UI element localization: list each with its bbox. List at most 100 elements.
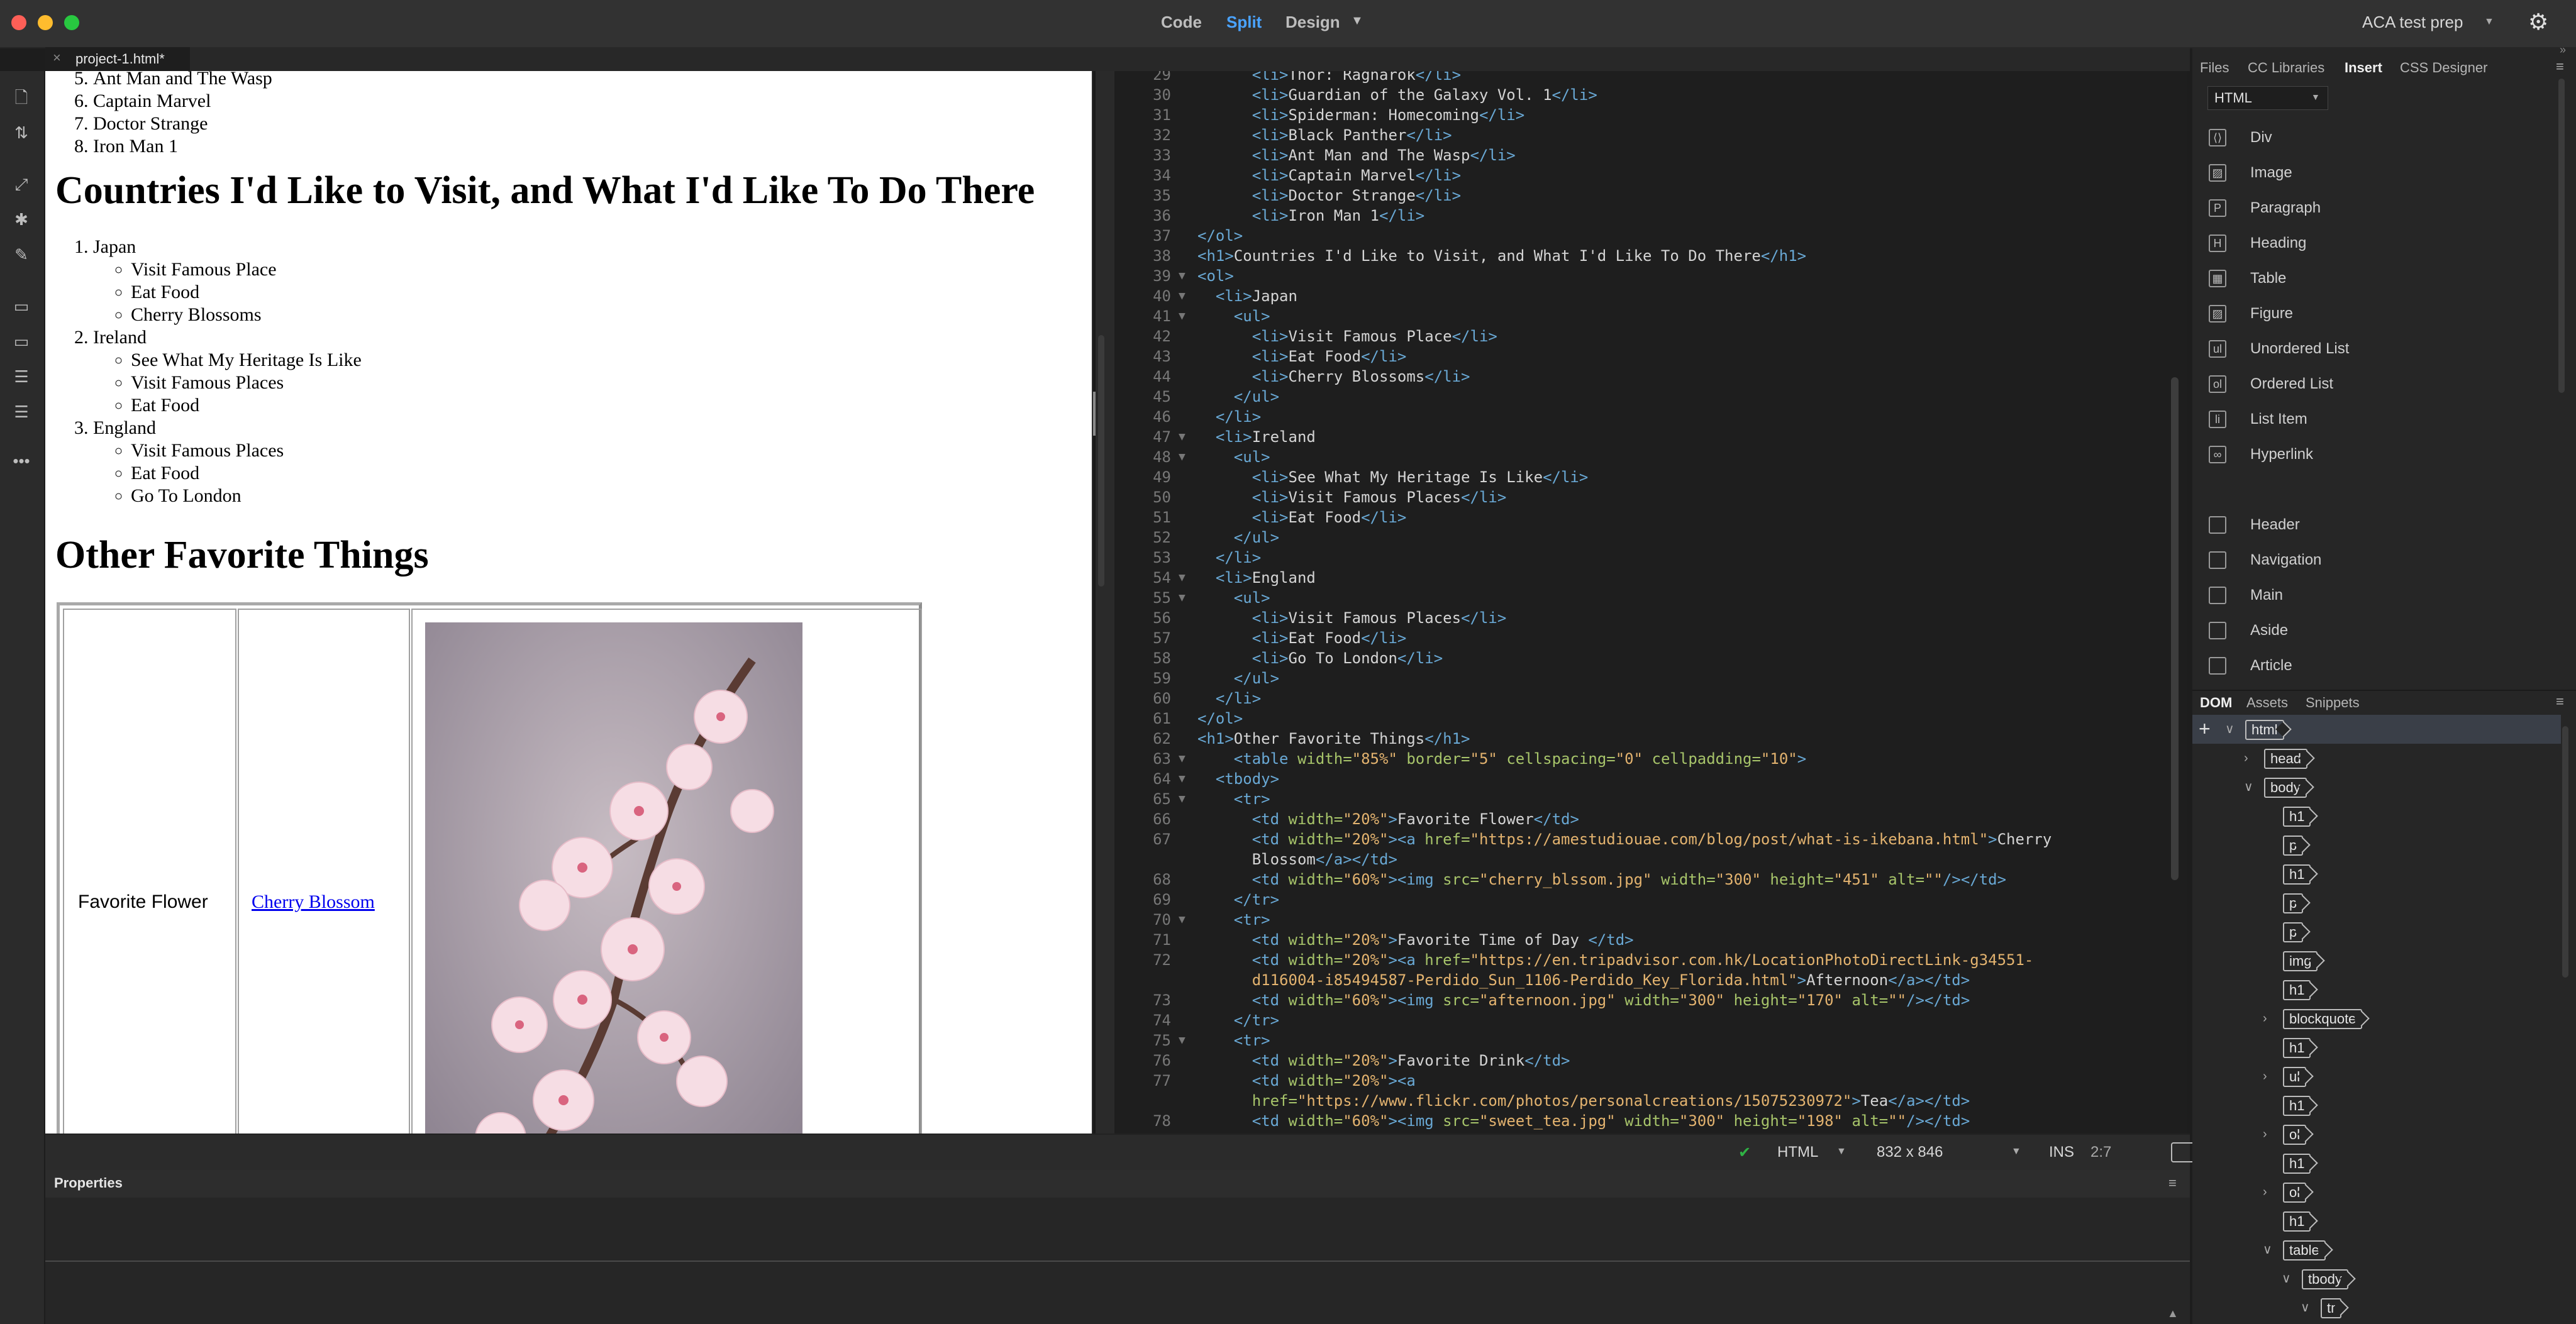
code-line[interactable]: d116004-i85494587-Perdido_Sun_1106-Perdi…: [1114, 970, 2184, 990]
code-text[interactable]: <li>Doctor Strange</li>: [1197, 185, 1461, 206]
split-view-button[interactable]: Split: [1226, 13, 1262, 32]
code-text[interactable]: <td width="60%"><img src="cherry_blssom.…: [1197, 869, 2006, 890]
insert-item-article[interactable]: Article: [2209, 648, 2561, 683]
expand-chevron-icon[interactable]: ›: [2263, 1178, 2267, 1206]
indent-code-icon[interactable]: ☰: [9, 364, 34, 389]
code-line[interactable]: 56 <li>Visit Famous Places</li>: [1114, 608, 2184, 628]
tab-assets[interactable]: Assets: [2246, 695, 2288, 711]
fold-toggle-icon[interactable]: ▼: [1179, 769, 1185, 789]
code-line[interactable]: 36 <li>Iron Man 1</li>: [1114, 206, 2184, 226]
dom-tag-label[interactable]: tbody: [2302, 1269, 2348, 1289]
code-text[interactable]: <li>Thor: Ragnarok</li>: [1197, 71, 1461, 85]
insert-item-image[interactable]: ▨ Image: [2209, 155, 2561, 190]
insert-mode-indicator[interactable]: INS: [2049, 1144, 2074, 1161]
code-text[interactable]: <li>Visit Famous Places</li>: [1197, 487, 1507, 507]
collapse-panels-icon[interactable]: »: [2560, 43, 2566, 57]
dom-tag-label[interactable]: img: [2283, 951, 2318, 971]
dom-tag-label[interactable]: body: [2264, 778, 2307, 798]
fold-toggle-icon[interactable]: ▼: [1179, 568, 1185, 588]
dom-tag-label[interactable]: h1: [2283, 980, 2311, 1000]
tab-files[interactable]: Files: [2200, 60, 2229, 76]
dom-tag-label[interactable]: p: [2283, 922, 2304, 942]
insert-item-list-item[interactable]: li List Item: [2209, 402, 2561, 437]
code-line[interactable]: 42 <li>Visit Famous Place</li>: [1114, 326, 2184, 346]
insert-item-header[interactable]: Header: [2209, 507, 2561, 543]
dom-node[interactable]: › ul: [2192, 1062, 2561, 1091]
dom-node[interactable]: ∨ tr: [2192, 1293, 2561, 1322]
code-text[interactable]: <tbody>: [1197, 769, 1279, 789]
dom-node[interactable]: p: [2192, 830, 2561, 859]
code-line[interactable]: 68 <td width="60%"><img src="cherry_blss…: [1114, 869, 2184, 890]
code-text[interactable]: <li>Cherry Blossoms</li>: [1197, 367, 1470, 387]
code-line[interactable]: 44 <li>Cherry Blossoms</li>: [1114, 367, 2184, 387]
expand-chevron-icon[interactable]: ›: [2263, 1004, 2267, 1033]
apply-comment-icon[interactable]: ▭: [9, 294, 34, 319]
expand-chevron-icon[interactable]: ∨: [2263, 1235, 2272, 1264]
dom-node[interactable]: h1: [2192, 1149, 2561, 1178]
code-line[interactable]: 47 ▼ <li>Ireland: [1114, 427, 2184, 447]
fold-toggle-icon[interactable]: ▼: [1179, 910, 1185, 930]
dom-tag-label[interactable]: h1: [2283, 807, 2311, 827]
code-line[interactable]: 58 <li>Go To London</li>: [1114, 648, 2184, 668]
dom-scrollbar[interactable]: [2562, 726, 2568, 978]
dom-node[interactable]: ∨ body: [2192, 773, 2561, 802]
code-text[interactable]: <table width="85%" border="5" cellspacin…: [1197, 749, 1806, 769]
code-line[interactable]: 51 <li>Eat Food</li>: [1114, 507, 2184, 527]
dom-tag-label[interactable]: p: [2283, 893, 2304, 913]
code-line[interactable]: 48 ▼ <ul>: [1114, 447, 2184, 467]
code-text[interactable]: <tr>: [1197, 1030, 1270, 1051]
table-cell[interactable]: [411, 609, 922, 1134]
workspace-switcher[interactable]: ACA test prep: [2362, 13, 2463, 32]
code-line[interactable]: 34 <li>Captain Marvel</li>: [1114, 165, 2184, 185]
chevron-down-icon[interactable]: ▼: [1836, 1146, 1846, 1157]
code-line[interactable]: href="https://www.flickr.com/photos/pers…: [1114, 1091, 2184, 1111]
code-line[interactable]: 72 <td width="20%"><a href="https://en.t…: [1114, 950, 2184, 970]
code-text[interactable]: </tr>: [1197, 1010, 1279, 1030]
more-tools-icon[interactable]: •••: [9, 448, 34, 473]
code-text[interactable]: Blossom</a></td>: [1197, 849, 1397, 869]
code-line[interactable]: 45 </ul>: [1114, 387, 2184, 407]
table-cell[interactable]: Favorite Flower: [63, 609, 236, 1134]
code-text[interactable]: <li>Visit Famous Place</li>: [1197, 326, 1497, 346]
code-line[interactable]: 77 <td width="20%"><a: [1114, 1071, 2184, 1091]
code-text[interactable]: <li>Ant Man and The Wasp</li>: [1197, 145, 1516, 165]
tab-dom[interactable]: DOM: [2200, 695, 2232, 711]
dom-node[interactable]: ∨ tbody: [2192, 1264, 2561, 1293]
fold-toggle-icon[interactable]: ▼: [1179, 588, 1185, 608]
code-line[interactable]: 78 <td width="60%"><img src="sweet_tea.j…: [1114, 1111, 2184, 1131]
code-text[interactable]: <td width="20%"><a href="https://en.trip…: [1197, 950, 2034, 970]
code-navigator-thumb[interactable]: [1093, 392, 1096, 436]
dom-node[interactable]: img: [2192, 946, 2561, 975]
fold-toggle-icon[interactable]: ▼: [1179, 266, 1185, 286]
dom-tag-label[interactable]: blockquote: [2283, 1009, 2363, 1029]
code-line[interactable]: 71 <td width="20%">Favorite Time of Day …: [1114, 930, 2184, 950]
code-line[interactable]: 30 <li>Guardian of the Galaxy Vol. 1</li…: [1114, 85, 2184, 105]
dom-node[interactable]: ∨ table: [2192, 1235, 2561, 1264]
split-view-divider[interactable]: [1092, 71, 1114, 1134]
code-line[interactable]: 63 ▼ <table width="85%" border="5" cellsp…: [1114, 749, 2184, 769]
code-line[interactable]: 62 <h1>Other Favorite Things</h1>: [1114, 729, 2184, 749]
expand-chevron-icon[interactable]: ›: [2263, 1062, 2267, 1091]
code-text[interactable]: <ul>: [1197, 588, 1270, 608]
dom-node[interactable]: › ol: [2192, 1178, 2561, 1206]
code-text[interactable]: <td width="20%">Favorite Flower</td>: [1197, 809, 1579, 829]
code-text[interactable]: d116004-i85494587-Perdido_Sun_1106-Perdi…: [1197, 970, 1970, 990]
fold-toggle-icon[interactable]: ▼: [1179, 427, 1185, 447]
fold-toggle-icon[interactable]: ▼: [1179, 306, 1185, 326]
outdent-code-icon[interactable]: ☰: [9, 399, 34, 424]
code-text[interactable]: <tr>: [1197, 910, 1270, 930]
settings-gear-icon[interactable]: ⚙: [2528, 9, 2548, 35]
insert-item-hyperlink[interactable]: ∞ Hyperlink: [2209, 437, 2561, 472]
zoom-window-button[interactable]: [64, 15, 79, 30]
panel-menu-icon[interactable]: ≡: [2556, 693, 2564, 710]
code-text[interactable]: <li>Eat Food</li>: [1197, 346, 1407, 367]
cherry-blossom-image[interactable]: [425, 622, 802, 1134]
fold-toggle-icon[interactable]: ▼: [1179, 286, 1185, 306]
code-text[interactable]: </li>: [1197, 688, 1261, 709]
code-text[interactable]: <li>England: [1197, 568, 1316, 588]
code-text[interactable]: </ul>: [1197, 387, 1279, 407]
code-line[interactable]: 75 ▼ <tr>: [1114, 1030, 2184, 1051]
insert-item-paragraph[interactable]: P Paragraph: [2209, 190, 2561, 226]
dom-node[interactable]: › head: [2192, 744, 2561, 773]
code-text[interactable]: </ul>: [1197, 668, 1279, 688]
